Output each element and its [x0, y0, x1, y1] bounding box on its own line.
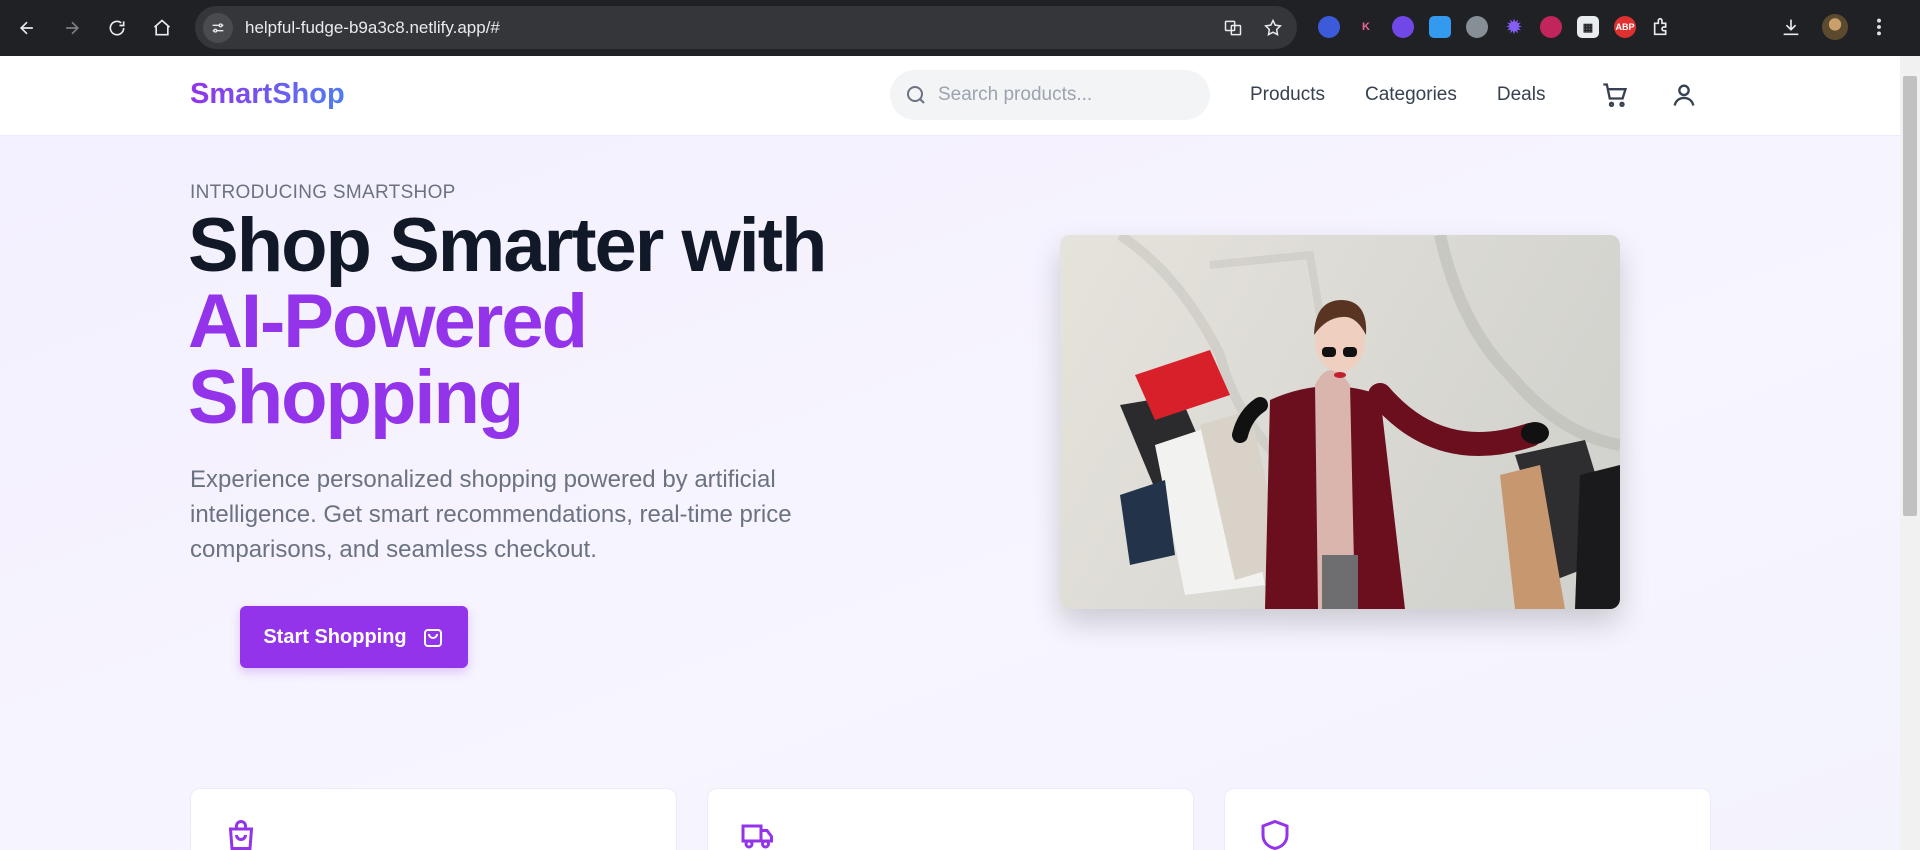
download-icon[interactable] [1780, 16, 1802, 38]
shield-icon [1261, 819, 1289, 850]
extensions-puzzle-icon[interactable] [1651, 16, 1673, 38]
extensions-bar: K ✹ ▦ ABP [1318, 12, 1673, 42]
nav-link-deals[interactable]: Deals [1497, 84, 1546, 106]
menu-kebab-icon[interactable] [1868, 16, 1890, 38]
feature-card-delivery[interactable] [707, 788, 1194, 850]
bookmark-star-icon[interactable] [1263, 18, 1283, 38]
reload-button[interactable] [95, 6, 139, 50]
ext-star-icon[interactable]: ✹ [1503, 16, 1525, 38]
cart-button[interactable] [1598, 78, 1632, 112]
site-info-button[interactable] [203, 12, 233, 43]
cart-icon [1603, 83, 1628, 108]
reload-icon [109, 20, 125, 36]
nav-link-categories[interactable]: Categories [1365, 84, 1457, 106]
back-button[interactable] [5, 6, 49, 50]
start-shopping-button[interactable]: Start Shopping [240, 606, 468, 668]
truck-icon [741, 824, 773, 849]
cta-label: Start Shopping [263, 625, 407, 648]
feature-card-smart-shopping[interactable] [190, 788, 677, 850]
ext-drop-icon[interactable] [1429, 16, 1451, 38]
tune-icon [212, 22, 224, 33]
scrollbar-thumb[interactable] [1903, 76, 1917, 516]
ext-brain-icon[interactable] [1540, 16, 1562, 38]
forward-button[interactable] [50, 6, 94, 50]
hero-eyebrow: INTRODUCING SMARTSHOP [190, 182, 456, 203]
hero-subtext: Experience personalized shopping powered… [190, 466, 792, 563]
account-button[interactable] [1667, 78, 1701, 112]
site-logo[interactable]: SmartShop [190, 78, 345, 111]
home-button[interactable] [140, 6, 184, 50]
user-icon [1673, 84, 1695, 106]
page-viewport: SmartShop Products Categories Deals INTR… [0, 56, 1900, 850]
home-icon [153, 19, 171, 36]
shopping-bag-icon [228, 820, 254, 850]
ext-qr-icon[interactable]: ▦ [1577, 16, 1599, 38]
browser-toolbar: helpful-fudge-b9a3c8.netlify.app/# K ✹ ▦… [0, 0, 1920, 56]
ext-globe-icon[interactable] [1466, 16, 1488, 38]
translate-icon[interactable] [1223, 18, 1243, 38]
browser-actions [1780, 12, 1890, 42]
headline-line-1: Shop Smarter with [188, 203, 827, 288]
url-text: helpful-fudge-b9a3c8.netlify.app/# [245, 17, 500, 37]
arrow-left-icon [19, 21, 33, 35]
arrow-right-icon [66, 21, 80, 35]
ext-purple-icon[interactable] [1392, 16, 1414, 38]
address-bar[interactable]: helpful-fudge-b9a3c8.netlify.app/# [195, 6, 1297, 49]
site-header: SmartShop Products Categories Deals [0, 56, 1900, 136]
headline-accent-2: Shopping [188, 355, 524, 440]
headline-accent-1: AI-Powered [188, 279, 588, 364]
feature-card-security[interactable] [1224, 788, 1711, 850]
hero-headline: Shop Smarter with AI-Powered Shopping [188, 208, 827, 440]
ext-blue-icon[interactable] [1318, 16, 1340, 38]
search-box[interactable] [890, 70, 1210, 120]
main-nav: Products Categories Deals [1250, 84, 1545, 106]
shopping-bag-icon [423, 629, 442, 647]
ext-k-icon[interactable]: K [1355, 16, 1377, 38]
search-icon [907, 86, 925, 104]
nav-link-products[interactable]: Products [1250, 84, 1325, 106]
search-input[interactable] [938, 84, 1198, 106]
hero-image [1060, 235, 1620, 609]
ext-abp-icon[interactable]: ABP [1614, 16, 1636, 38]
profile-avatar[interactable] [1822, 14, 1848, 40]
page-scrollbar[interactable] [1900, 56, 1920, 850]
shopper-illustration [1117, 235, 1620, 609]
